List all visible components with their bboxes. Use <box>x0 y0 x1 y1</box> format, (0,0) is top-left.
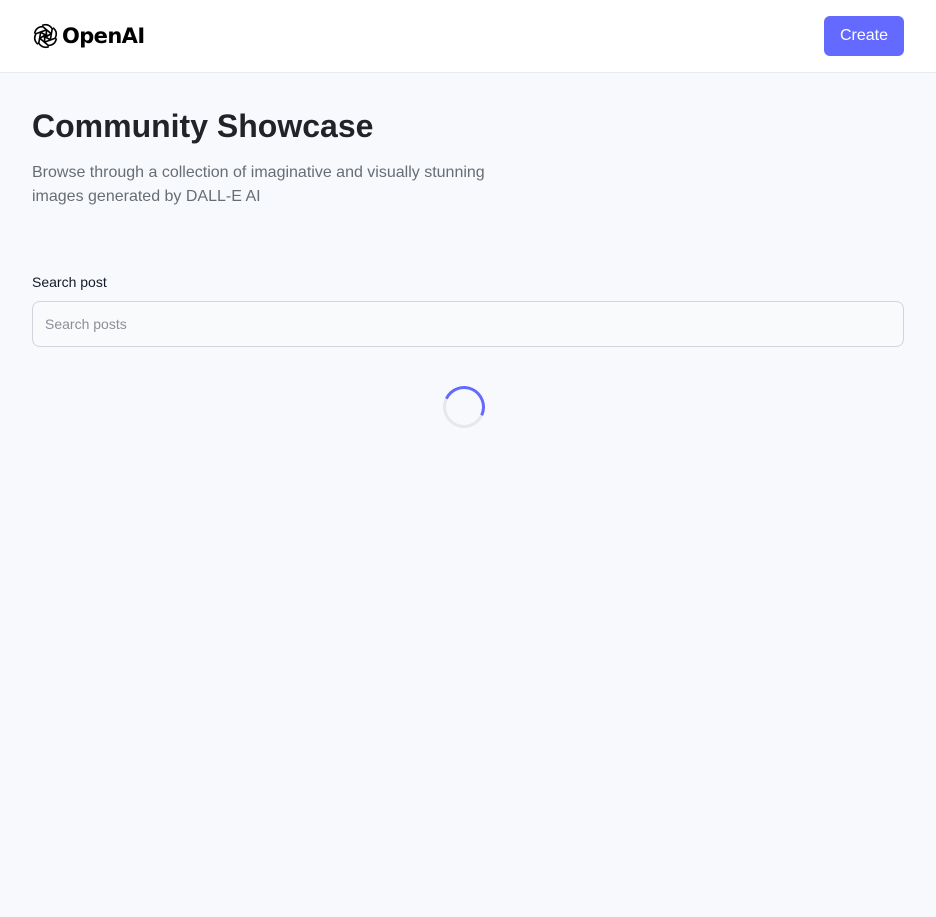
openai-logo-icon <box>32 22 59 50</box>
search-input[interactable] <box>32 301 904 347</box>
logo-wordmark: OpenAI <box>62 24 145 48</box>
create-button[interactable]: Create <box>824 16 904 56</box>
openai-logo-link[interactable]: OpenAI <box>32 21 145 51</box>
top-navbar: OpenAI Create <box>0 0 936 73</box>
search-label: Search post <box>32 274 107 290</box>
loading-spinner-icon <box>437 380 491 434</box>
page-subtitle: Browse through a collection of imaginati… <box>32 164 485 205</box>
page-title: Community Showcase <box>32 108 374 144</box>
